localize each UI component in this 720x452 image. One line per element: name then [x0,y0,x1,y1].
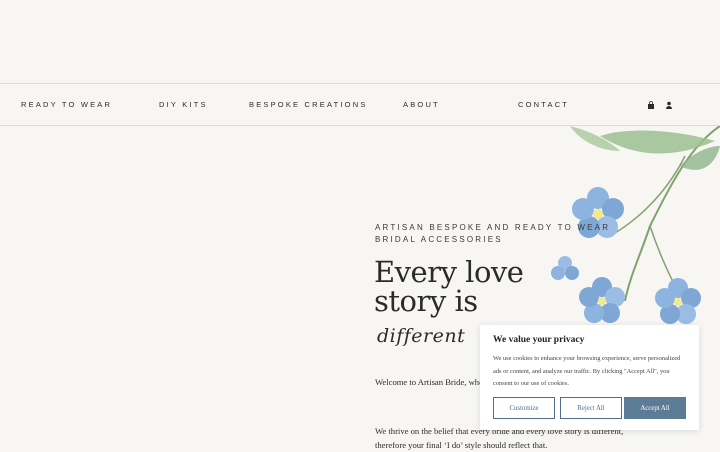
eyebrow-line-1: ARTISAN BESPOKE AND READY TO WEAR [375,223,611,232]
main-nav: READY TO WEAR DIY KITS BESPOKE CREATIONS… [0,83,720,126]
hero-eyebrow: ARTISAN BESPOKE AND READY TO WEAR BRIDAL… [375,222,615,245]
reject-all-button[interactable]: Reject All [560,397,622,419]
eyebrow-line-2: BRIDAL ACCESSORIES [375,234,503,244]
cookie-buttons: Customize Reject All Accept All [493,397,686,419]
cookie-text: We use cookies to enhance your browsing … [493,355,681,387]
bag-icon[interactable] [647,101,655,109]
customize-button[interactable]: Customize [493,397,555,419]
cookie-title: We value your privacy [493,335,585,345]
nav-ready-to-wear[interactable]: READY TO WEAR [21,100,112,109]
headline-line-1: Every love [374,255,524,289]
nav-diy-kits[interactable]: DIY KITS [159,100,208,109]
nav-contact[interactable]: CONTACT [518,100,569,109]
nav-about[interactable]: ABOUT [403,100,440,109]
accept-all-button[interactable]: Accept All [624,397,686,419]
nav-bespoke-creations[interactable]: BESPOKE CREATIONS [249,100,368,109]
user-icon[interactable] [665,101,673,109]
hero-headline: Every love story is [374,258,544,316]
script-word: different [377,325,466,347]
header-band [0,0,720,83]
headline-line-2: story is [374,284,478,318]
cookie-consent-banner: We value your privacy We use cookies to … [480,325,699,430]
